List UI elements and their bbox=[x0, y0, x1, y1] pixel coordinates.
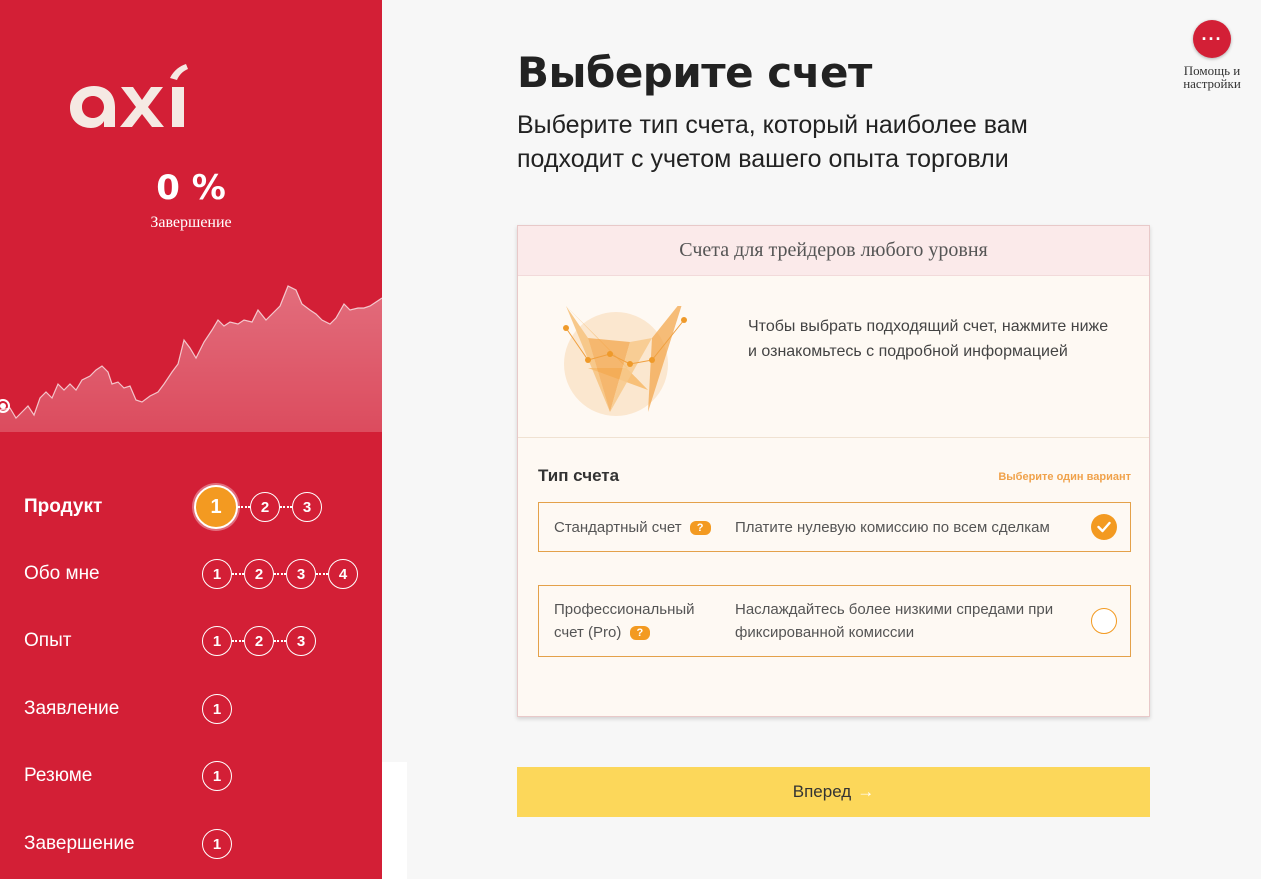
step-dots: 1 bbox=[202, 694, 232, 724]
dot-separator bbox=[280, 506, 292, 508]
help-badge-icon[interactable]: ? bbox=[689, 520, 711, 535]
option-name: Профессиональный счет (Pro) ? bbox=[554, 598, 724, 644]
substep-dot[interactable]: 1 bbox=[202, 761, 232, 791]
crown-illustration-icon bbox=[563, 306, 687, 416]
dot-separator bbox=[232, 640, 244, 642]
step-dots: 1 bbox=[202, 829, 232, 859]
completion-progress: 0 % Завершение bbox=[0, 168, 382, 232]
step-3[interactable]: Опыт 1 2 3 bbox=[0, 621, 382, 661]
substep-dot[interactable]: 3 bbox=[292, 492, 322, 522]
help-label: Помощь и настройки bbox=[1183, 63, 1241, 91]
page-subtitle: Выберите тип счета, который наиболее вам… bbox=[517, 111, 1028, 173]
dot-separator bbox=[316, 573, 328, 575]
option-name-text: Стандартный счет bbox=[554, 518, 682, 536]
account-type-label: Тип счета bbox=[538, 466, 620, 485]
step-name: Завершение bbox=[24, 833, 135, 854]
page-title: Выберите счет bbox=[517, 48, 872, 97]
substep-dot[interactable]: 2 bbox=[244, 626, 274, 656]
step-name: Резюме bbox=[24, 765, 93, 786]
substep-dot[interactable]: 1 bbox=[202, 559, 232, 589]
dot-separator bbox=[232, 573, 244, 575]
axi-logo: axi bbox=[66, 60, 191, 135]
dot-separator bbox=[274, 573, 286, 575]
more-dots-icon[interactable]: ··· bbox=[1193, 20, 1231, 58]
step-5[interactable]: Резюме 1 bbox=[0, 756, 382, 796]
choose-hint: Выберите один вариант bbox=[998, 471, 1131, 483]
next-button[interactable]: Вперед → bbox=[517, 767, 1150, 817]
substep-dot[interactable]: 4 bbox=[328, 559, 358, 589]
logo-text: axi bbox=[66, 60, 68, 61]
step-dots: 123 bbox=[194, 485, 322, 529]
help-settings[interactable]: ··· Помощь и настройки bbox=[1172, 20, 1252, 90]
step-name: Продукт bbox=[24, 496, 103, 517]
step-1[interactable]: Продукт 1 2 3 bbox=[0, 485, 382, 529]
step-name: Опыт bbox=[24, 630, 72, 651]
checkmark-icon[interactable] bbox=[1091, 514, 1117, 540]
decorative-chart bbox=[0, 285, 382, 432]
next-button-label: Вперед bbox=[792, 782, 852, 801]
substep-dot[interactable]: 2 bbox=[244, 559, 274, 589]
substep-dot[interactable]: 1 bbox=[202, 626, 232, 656]
card-header: Счета для трейдеров любого уровня bbox=[518, 226, 1149, 276]
step-6[interactable]: Завершение 1 bbox=[0, 824, 382, 864]
option-pro-account[interactable]: Профессиональный счет (Pro) ? Наслаждайт… bbox=[538, 585, 1131, 657]
dot-separator bbox=[238, 506, 250, 508]
step-4[interactable]: Заявление 1 bbox=[0, 689, 382, 729]
account-card: Счета для трейдеров любого уровня Чтобы … bbox=[517, 225, 1150, 717]
substep-dot[interactable]: 1 bbox=[202, 829, 232, 859]
progress-label: Завершение bbox=[150, 214, 232, 231]
option-name-text: Профессиональный счет (Pro) bbox=[554, 601, 695, 641]
option-standard-account[interactable]: Стандартный счет ? Платите нулевую комис… bbox=[538, 502, 1131, 552]
step-dots: 123 bbox=[202, 626, 316, 656]
substep-dot[interactable]: 3 bbox=[286, 559, 316, 589]
help-badge-icon[interactable]: ? bbox=[629, 626, 651, 641]
step-2[interactable]: Обо мне 1 2 3 4 bbox=[0, 554, 382, 594]
step-name: Обо мне bbox=[24, 563, 100, 584]
step-name: Заявление bbox=[24, 698, 120, 719]
substep-dot[interactable]: 1 bbox=[194, 485, 238, 529]
dot-separator bbox=[274, 640, 286, 642]
progress-percent: 0 % bbox=[156, 168, 226, 208]
option-description: Платите нулевую комиссию по всем сделкам bbox=[735, 518, 1050, 536]
option-name: Стандартный счет ? bbox=[554, 516, 711, 539]
substep-dot[interactable]: 2 bbox=[250, 492, 280, 522]
option-description: Наслаждайтесь более низкими спредами при… bbox=[735, 601, 1054, 641]
substep-dot[interactable]: 3 bbox=[286, 626, 316, 656]
step-dots: 1 bbox=[202, 761, 232, 791]
white-strip bbox=[382, 762, 407, 879]
substep-dot[interactable]: 1 bbox=[202, 694, 232, 724]
radio-circle-icon[interactable] bbox=[1091, 608, 1117, 634]
intro-text: Чтобы выбрать подходящий счет, нажмите н… bbox=[748, 318, 1109, 360]
sidebar: axi 0 % Завершение Продукт 1 2 3 Обо мне 1 2 3 4… bbox=[0, 0, 382, 879]
card-intro: Чтобы выбрать подходящий счет, нажмите н… bbox=[518, 276, 1149, 438]
step-dots: 1234 bbox=[202, 559, 358, 589]
arrow-right-icon: → bbox=[857, 782, 875, 801]
